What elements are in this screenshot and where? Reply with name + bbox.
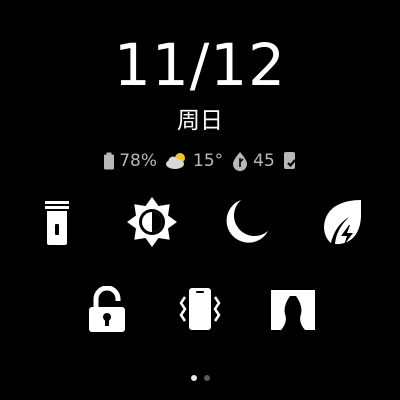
battery-level: 78% xyxy=(119,151,157,171)
power-saving-leaf-icon xyxy=(319,197,365,247)
screen-lock-toggle[interactable] xyxy=(77,280,137,340)
partly-cloudy-icon xyxy=(165,152,189,170)
lock-icon xyxy=(87,286,127,334)
weekday-label: 周日 xyxy=(177,108,223,134)
date-display: 11/12 xyxy=(113,31,287,99)
find-phone-toggle[interactable] xyxy=(170,280,230,340)
flashlight-toggle[interactable] xyxy=(27,192,87,252)
battery-status: 78% xyxy=(103,151,157,171)
brightness-toggle[interactable] xyxy=(122,192,182,252)
power-saving-toggle[interactable] xyxy=(312,192,372,252)
status-row: 78% 15° 45 xyxy=(0,148,400,174)
phone-connected-icon xyxy=(283,151,297,171)
phone-status xyxy=(283,151,297,171)
page-dot xyxy=(203,375,210,381)
brightness-icon xyxy=(125,195,179,249)
leaf-drop-icon xyxy=(231,151,249,171)
battery-icon xyxy=(103,152,115,170)
flashlight-icon xyxy=(42,197,72,247)
watch-quick-panel: 11/12 周日 78% 15° 45 xyxy=(0,0,400,400)
page-indicator xyxy=(0,375,400,381)
do-not-disturb-toggle[interactable] xyxy=(216,192,276,252)
theater-mode-toggle[interactable] xyxy=(263,280,323,340)
do-not-disturb-moon-icon xyxy=(221,197,271,247)
page-dot-active xyxy=(190,375,197,381)
find-phone-vibrate-icon xyxy=(174,285,226,335)
air-quality-status: 45 xyxy=(231,151,275,171)
air-quality-value: 45 xyxy=(253,151,275,171)
theater-mode-icon xyxy=(269,288,317,332)
temperature: 15° xyxy=(193,151,224,171)
weather-status: 15° xyxy=(165,151,223,171)
